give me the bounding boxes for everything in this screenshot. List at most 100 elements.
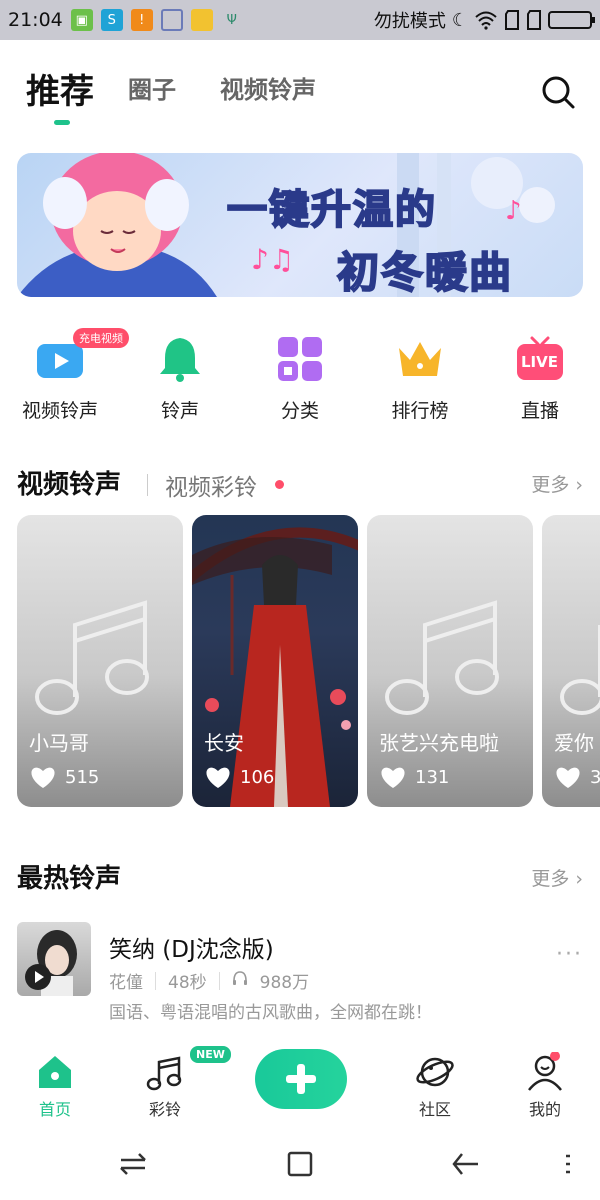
home-icon (35, 1052, 75, 1092)
tab-video-ringtone[interactable]: 视频铃声 (220, 70, 316, 105)
tab-recommend[interactable]: 推荐 (26, 64, 94, 113)
song-plays: 988万 (259, 973, 310, 993)
home-button-icon[interactable] (282, 1146, 318, 1182)
song-cover (17, 922, 91, 996)
category-label: 铃声 (160, 400, 199, 422)
category-label: 分类 (280, 400, 319, 422)
video-card-title: 长安 (204, 731, 244, 755)
video-card-list: 小马哥 515 长安 106 张艺兴充电啦 131 爱你 3 (17, 515, 600, 807)
music-note-icon (145, 1052, 185, 1092)
more-options-icon[interactable]: ··· (556, 942, 583, 967)
battery-icon (548, 11, 595, 29)
tab-indicator (54, 120, 70, 125)
category-label: 直播 (520, 400, 559, 422)
category-ringtone[interactable]: 铃声 (120, 330, 240, 423)
menu-icon[interactable] (558, 1146, 594, 1182)
heart-icon (381, 767, 405, 788)
video-thumbnail (192, 527, 358, 807)
bottom-nav: 首页 彩铃 NEW 社区 我的 (0, 1040, 600, 1130)
divider (218, 971, 220, 990)
hot-section-header: 最热铃声 更多 › (17, 858, 583, 898)
song-title: 笑纳 (DJ沈念版) (109, 937, 274, 963)
video-card-likes: 515 (29, 765, 99, 789)
video-card[interactable]: 长安 106 (192, 515, 358, 807)
song-duration: 48秒 (168, 973, 207, 993)
planet-icon (415, 1052, 455, 1092)
profile-icon (525, 1051, 565, 1092)
video-card-likes: 106 (204, 765, 274, 789)
banner-line1: 一键升温的 (226, 186, 437, 234)
moon-icon: ☾ (451, 9, 468, 31)
song-description: 国语、粤语混唱的古风歌曲，全网都在跳！ (109, 1003, 432, 1023)
category-label: 排行榜 (391, 400, 449, 422)
video-icon: 充电视频 (35, 328, 129, 384)
divider (155, 971, 156, 990)
sim-icon (527, 10, 541, 30)
heart-icon (31, 767, 55, 788)
back-icon[interactable] (448, 1146, 484, 1182)
plus-icon (286, 1064, 316, 1094)
new-badge: NEW (190, 1046, 231, 1063)
search-icon[interactable] (538, 72, 578, 112)
cleanup-icon (160, 9, 183, 31)
category-live[interactable]: LIVE 直播 (480, 330, 600, 423)
crown-icon (395, 334, 445, 384)
video-card-likes: 131 (379, 765, 449, 789)
nav-label: 我的 (528, 1100, 561, 1119)
song-artist: 花僮 (109, 973, 143, 993)
music-note-placeholder-icon (385, 600, 499, 715)
video-card-title: 爱你 (554, 731, 594, 755)
banner-line2: 初冬暖曲 (336, 247, 514, 297)
play-icon[interactable] (25, 964, 51, 990)
tab-video-crbt[interactable]: 视频彩铃 (165, 468, 257, 502)
music-note-placeholder-icon (35, 600, 149, 715)
list-item[interactable]: 笑纳 (DJ沈念版) 花僮 48秒 988万 国语、粤语混唱的古风歌曲，全网都在… (17, 920, 583, 1023)
video-card[interactable]: 张艺兴充电啦 131 (367, 515, 533, 807)
like-count: 131 (415, 766, 450, 788)
section-title: 视频铃声 (17, 470, 122, 500)
music-note-placeholder-icon (560, 625, 600, 715)
like-count: 3 (590, 766, 600, 788)
category-row: 充电视频 视频铃声 铃声 分类 排行榜 LIVE 直播 (0, 328, 600, 430)
nav-profile[interactable]: 我的 (495, 1051, 595, 1120)
song-meta: 花僮 48秒 988万 (109, 968, 309, 993)
app-notification-icon: ▣ (70, 9, 93, 31)
video-card-title: 张艺兴充电啦 (379, 731, 499, 755)
promo-banner[interactable]: ♪♫ ♪ 一键升温的 初冬暖曲 (17, 153, 583, 297)
section-title: 最热铃声 (17, 864, 122, 894)
video-card[interactable]: 小马哥 515 (17, 515, 183, 807)
warning-icon: ! (130, 9, 153, 31)
heart-icon (206, 767, 230, 788)
status-right: 勿扰模式 ☾ (373, 7, 595, 33)
nav-label: 社区 (418, 1100, 451, 1119)
grid-icon (275, 334, 325, 384)
wifi-icon (475, 11, 497, 30)
nav-label: 彩铃 (148, 1100, 181, 1119)
live-label: LIVE (521, 353, 558, 371)
divider (147, 474, 148, 496)
dnd-label: 勿扰模式 (373, 11, 446, 32)
switch-apps-icon[interactable] (115, 1146, 151, 1182)
category-classify[interactable]: 分类 (240, 330, 360, 423)
like-count: 106 (240, 766, 275, 788)
usb-icon: Ψ (226, 12, 237, 28)
video-card[interactable]: 爱你 3 (542, 515, 600, 807)
bell-icon (155, 334, 205, 384)
sim-icon (505, 10, 519, 30)
category-video-ringtone[interactable]: 充电视频 视频铃声 (0, 328, 129, 423)
nav-home[interactable]: 首页 (5, 1052, 105, 1120)
status-time: 21:04 (8, 9, 63, 31)
svg-text:♪: ♪ (505, 196, 522, 226)
tab-circle[interactable]: 圈子 (128, 70, 176, 105)
more-button[interactable]: 更多 › (531, 864, 583, 891)
more-button[interactable]: 更多 › (531, 470, 583, 497)
status-bar: 21:04 ▣ S ! Ψ 勿扰模式 ☾ (0, 0, 600, 40)
category-label: 视频铃声 (21, 400, 98, 422)
new-dot (275, 480, 284, 489)
category-ranking[interactable]: 排行榜 (360, 330, 480, 423)
like-count: 515 (65, 766, 100, 788)
nav-label: 首页 (38, 1100, 71, 1119)
create-button[interactable] (255, 1049, 347, 1109)
nav-community[interactable]: 社区 (385, 1052, 485, 1120)
heart-icon (556, 767, 580, 788)
